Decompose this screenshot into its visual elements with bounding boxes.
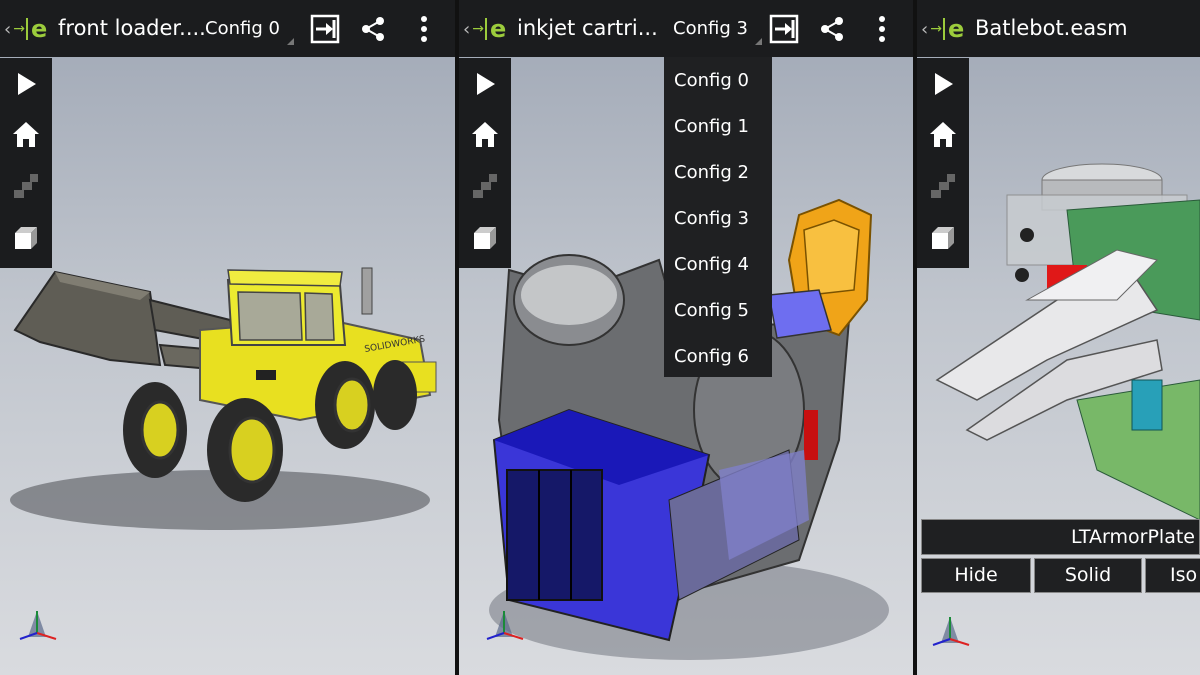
action-bar: ‹ → e front loader.... Config 0 bbox=[0, 0, 455, 57]
home-icon[interactable] bbox=[8, 116, 44, 152]
steps-icon[interactable] bbox=[925, 168, 961, 204]
edrawings-logo-icon[interactable]: ‹ → e bbox=[921, 14, 964, 44]
share-icon[interactable] bbox=[814, 11, 850, 47]
config-menu-item[interactable]: Config 3 bbox=[674, 208, 749, 229]
solid-button[interactable]: Solid bbox=[1034, 558, 1142, 593]
home-icon[interactable] bbox=[925, 116, 961, 152]
document-title: inkjet cartri... bbox=[517, 16, 658, 40]
component-properties-panel: LTArmorPlate Hide Solid Iso bbox=[921, 519, 1200, 593]
play-icon[interactable] bbox=[925, 66, 961, 102]
left-toolbar bbox=[917, 58, 969, 268]
document-title: front loader.... bbox=[58, 16, 206, 40]
steps-icon[interactable] bbox=[8, 168, 44, 204]
config-menu-item[interactable]: Config 6 bbox=[674, 346, 749, 367]
action-bar: ‹ → e Batlebot.easm bbox=[917, 0, 1200, 57]
fullscreen-icon[interactable] bbox=[307, 11, 343, 47]
config-dropdown-menu: Config 0 Config 1 Config 2 Config 3 Conf… bbox=[664, 57, 772, 377]
hide-button[interactable]: Hide bbox=[921, 558, 1031, 593]
config-selector[interactable]: Config 3 bbox=[673, 18, 762, 45]
component-icon[interactable] bbox=[8, 220, 44, 256]
config-menu-item[interactable]: Config 4 bbox=[674, 254, 749, 275]
config-menu-item[interactable]: Config 2 bbox=[674, 162, 749, 183]
front-loader-model[interactable]: SOLIDWORKS bbox=[0, 0, 455, 675]
play-icon[interactable] bbox=[8, 66, 44, 102]
overflow-menu-icon[interactable] bbox=[864, 11, 900, 47]
home-icon[interactable] bbox=[467, 116, 503, 152]
component-icon[interactable] bbox=[925, 220, 961, 256]
config-menu-item[interactable]: Config 0 bbox=[674, 70, 749, 91]
config-menu-item[interactable]: Config 5 bbox=[674, 300, 749, 321]
viewer-panel-front-loader[interactable]: SOLIDWORKS ‹ → e front loader.... Config 0 bbox=[0, 0, 455, 675]
overflow-menu-icon[interactable] bbox=[406, 11, 442, 47]
left-toolbar bbox=[459, 58, 511, 268]
config-label: Config 3 bbox=[673, 18, 748, 39]
action-bar: ‹ → e inkjet cartri... Config 3 bbox=[459, 0, 913, 57]
axis-triad-icon bbox=[486, 611, 524, 640]
fullscreen-icon[interactable] bbox=[766, 11, 802, 47]
iso-button[interactable]: Iso bbox=[1145, 558, 1200, 593]
document-title: Batlebot.easm bbox=[975, 16, 1128, 40]
edrawings-logo-icon[interactable]: ‹ → e bbox=[463, 14, 506, 44]
config-selector[interactable]: Config 0 bbox=[205, 18, 294, 45]
edrawings-logo-icon[interactable]: ‹ → e bbox=[4, 14, 47, 44]
steps-icon[interactable] bbox=[467, 168, 503, 204]
axis-triad-icon bbox=[932, 617, 970, 646]
left-toolbar bbox=[0, 58, 52, 268]
component-icon[interactable] bbox=[467, 220, 503, 256]
component-name: LTArmorPlate bbox=[921, 519, 1200, 555]
share-icon[interactable] bbox=[355, 11, 391, 47]
play-icon[interactable] bbox=[467, 66, 503, 102]
axis-triad-icon bbox=[19, 611, 57, 640]
config-label: Config 0 bbox=[205, 18, 280, 39]
config-menu-item[interactable]: Config 1 bbox=[674, 116, 749, 137]
